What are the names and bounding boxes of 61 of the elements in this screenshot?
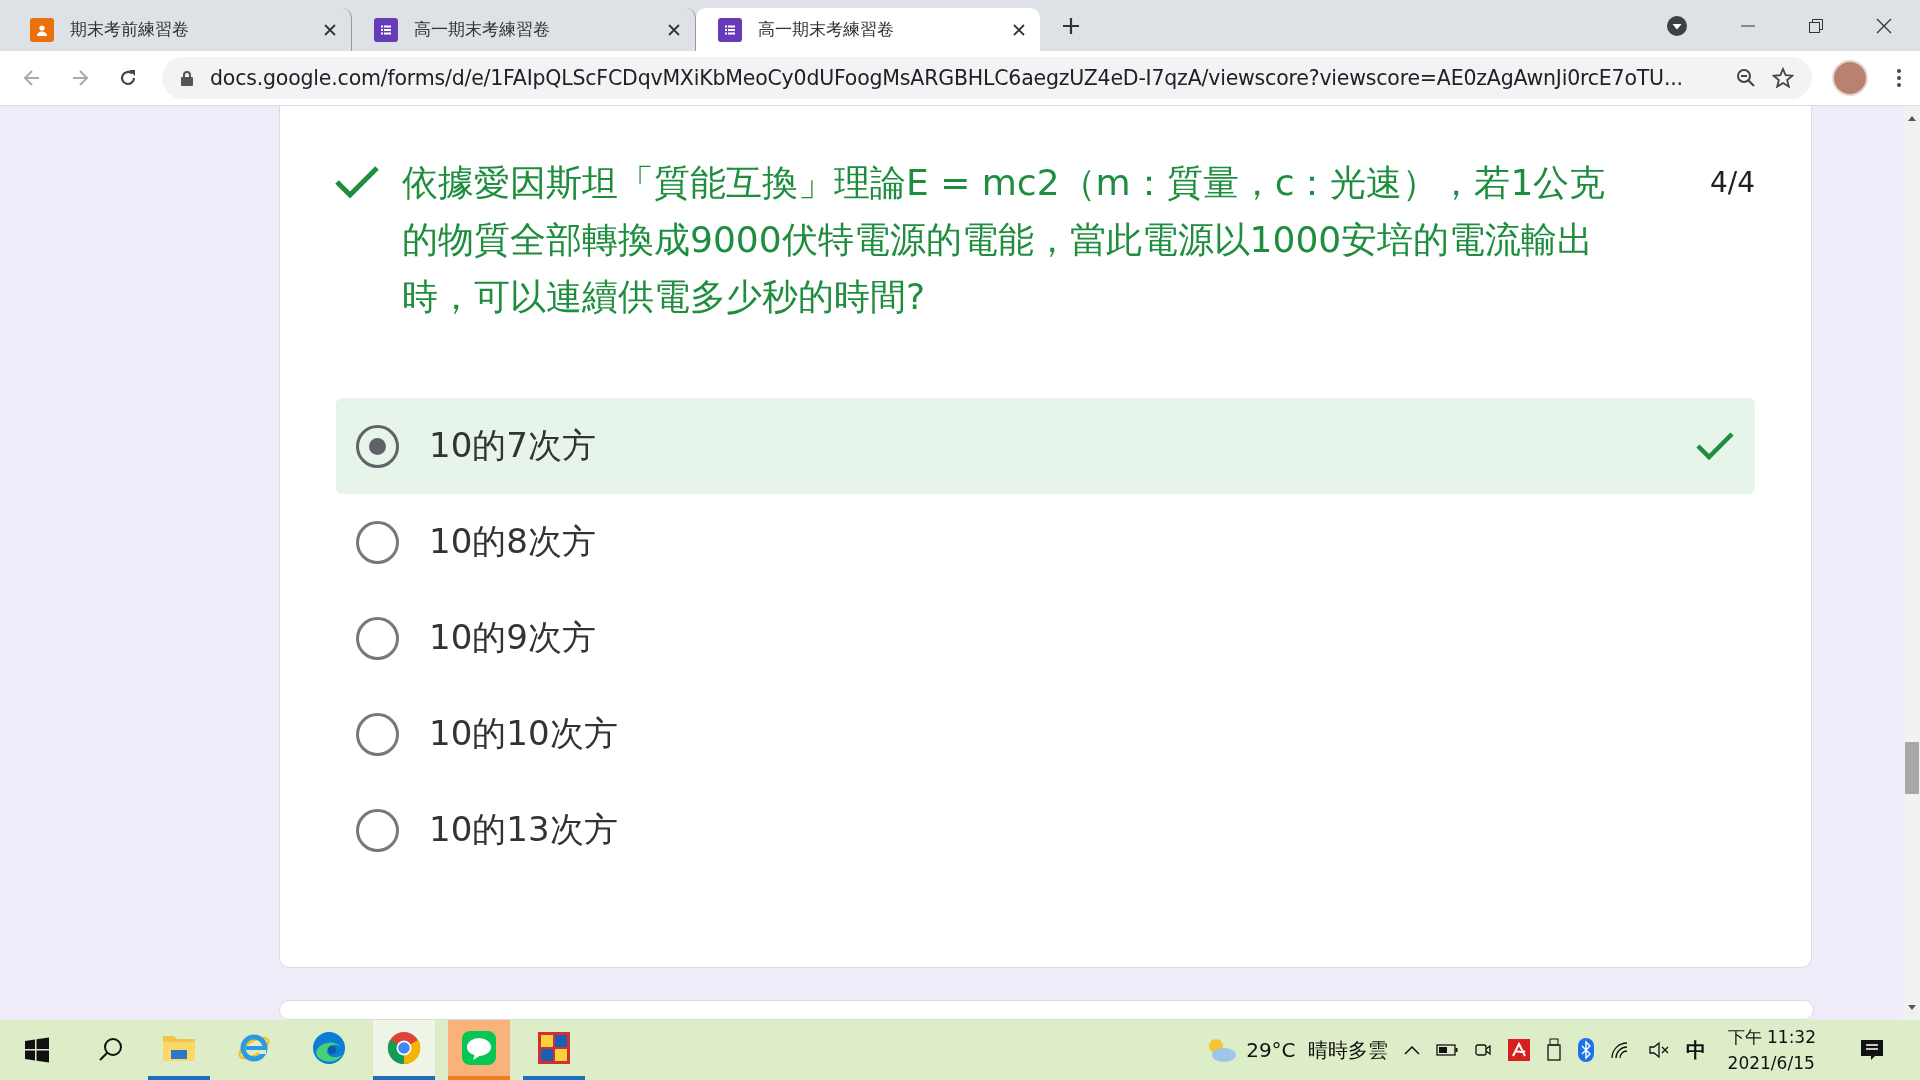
chrome-icon <box>387 1031 421 1065</box>
reload-icon[interactable] <box>118 68 138 88</box>
option-label: 10的9次方 <box>429 616 597 659</box>
tab-search-icon[interactable] <box>1666 14 1688 37</box>
option-label: 10的7次方 <box>429 424 597 467</box>
taskbar-app[interactable] <box>373 1020 435 1080</box>
scrollbar[interactable] <box>1903 106 1920 1020</box>
tab-title: 高一期末考練習卷 <box>414 18 551 41</box>
form-icon <box>718 17 742 42</box>
address-bar[interactable]: docs.google.com/forms/d/e/1FAIpQLScFCDqvMXiKbMeoCy0dUFoogMsARGBHLC6aegzUZ4eD-I7qzA/viewscore?viewscore=AE0zAgAwnJi0rcE7oTU... <box>162 57 1812 99</box>
menu-icon[interactable] <box>1896 68 1902 88</box>
bluetooth-icon[interactable] <box>1577 1038 1594 1062</box>
avatar-icon[interactable] <box>1832 60 1868 96</box>
lock-icon <box>180 70 194 86</box>
clock[interactable]: 下午 11:32 2021/6/15 <box>1727 1024 1816 1076</box>
time-text: 下午 11:32 <box>1727 1026 1816 1049</box>
browser-tab[interactable]: 高一期末考練習卷 <box>696 8 1040 51</box>
weather-text[interactable]: 晴時多雲 <box>1307 1036 1388 1064</box>
option-label: 10的8次方 <box>429 520 597 563</box>
zoom-out-icon[interactable] <box>1736 68 1756 88</box>
temperature-text[interactable]: 29°C <box>1246 1038 1296 1062</box>
speaker-muted-icon[interactable] <box>1647 1041 1670 1059</box>
camera-icon[interactable] <box>1473 1041 1492 1059</box>
search-icon[interactable] <box>98 1037 124 1063</box>
radio-button[interactable] <box>356 616 399 660</box>
star-icon[interactable] <box>1772 67 1794 89</box>
new-tab-icon[interactable] <box>1062 16 1080 35</box>
close-icon[interactable] <box>667 22 681 37</box>
chat-bubble-icon <box>461 1030 497 1066</box>
folder-icon <box>162 1033 196 1063</box>
scroll-thumb[interactable] <box>1904 742 1919 794</box>
chevron-up-icon[interactable] <box>1403 1045 1420 1055</box>
radio-button[interactable] <box>356 712 399 756</box>
app-logo-icon[interactable] <box>1507 1039 1530 1061</box>
option-label: 10的10次方 <box>429 712 619 755</box>
windows-start-icon[interactable] <box>24 1037 50 1063</box>
radio-button[interactable] <box>356 424 399 468</box>
browser-wave-icon <box>312 1031 346 1065</box>
person-icon <box>30 17 54 42</box>
scroll-down-icon[interactable] <box>1906 1004 1917 1012</box>
form-icon <box>374 17 398 42</box>
usb-drive-icon[interactable] <box>1545 1038 1562 1062</box>
close-icon[interactable] <box>1876 17 1892 34</box>
date-text: 2021/6/15 <box>1727 1052 1816 1075</box>
app-tile-icon <box>537 1031 571 1065</box>
close-icon[interactable] <box>1012 22 1026 37</box>
url-text: docs.google.com/forms/d/e/1FAIpQLScFCDqvMXiKbMeoCy0dUFoogMsARGBHLC6aegzUZ4eD-I7qzA/viewscore?viewscore=AE0zAgAwnJi0rcE7oTU... <box>210 66 1684 90</box>
tab-title: 高一期末考練習卷 <box>758 18 895 41</box>
close-icon[interactable] <box>323 22 337 37</box>
taskbar-app[interactable] <box>448 1020 510 1080</box>
input-method-text[interactable]: 中 <box>1685 1036 1706 1064</box>
score-text: 4/4 <box>1709 166 1755 199</box>
tab-title: 期末考前練習卷 <box>70 18 190 41</box>
radio-button[interactable] <box>356 520 399 564</box>
option-label: 10的13次方 <box>429 808 619 851</box>
battery-icon[interactable] <box>1435 1044 1458 1056</box>
question-text: 依據愛因斯坦「質能互換」理論E = mc2（m：質量，c：光速），若1公克的物質全部轉換成9000伏特電源的電能，當此電源以1000安培的電流輸出時，可以連續供電多少秒的時間? <box>402 161 1607 319</box>
notification-icon[interactable] <box>1860 1038 1884 1062</box>
scroll-up-icon[interactable] <box>1906 114 1917 122</box>
restore-icon[interactable] <box>1808 17 1824 34</box>
radio-button[interactable] <box>356 808 399 852</box>
